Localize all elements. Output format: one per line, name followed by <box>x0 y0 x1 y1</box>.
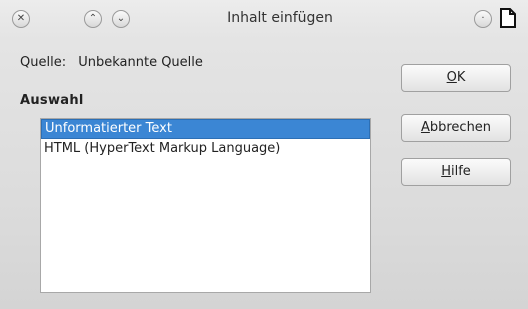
format-listbox[interactable]: Unformatierter Text HTML (HyperText Mark… <box>40 118 371 293</box>
selection-group-label: Auswahl <box>20 93 84 108</box>
source-row: Quelle: Unbekannte Quelle <box>20 55 211 70</box>
cancel-mnemonic: A <box>420 120 430 135</box>
list-item-unformatted-text[interactable]: Unformatierter Text <box>41 119 370 139</box>
help-button[interactable]: Hilfe <box>401 158 511 186</box>
ok-label-rest: K <box>456 70 466 85</box>
minimize-icon[interactable]: ⌃ <box>84 10 102 28</box>
list-item-html[interactable]: HTML (HyperText Markup Language) <box>41 139 370 159</box>
window-title: Inhalt einfügen <box>227 10 333 26</box>
menu-icon[interactable]: · <box>474 10 492 28</box>
close-icon[interactable]: ✕ <box>12 10 30 28</box>
help-label-rest: ilfe <box>450 164 471 179</box>
help-mnemonic: H <box>441 164 451 179</box>
paste-special-dialog: ✕ ⌃ ⌄ Inhalt einfügen · Quelle: Unbekann… <box>0 0 528 309</box>
cancel-button[interactable]: Abbrechen <box>401 114 511 142</box>
cancel-label-rest: bbrechen <box>429 120 492 135</box>
document-icon[interactable] <box>500 8 516 28</box>
ok-button[interactable]: OK <box>401 64 511 92</box>
source-value: Unbekannte Quelle <box>78 55 203 70</box>
titlebar: ✕ ⌃ ⌄ Inhalt einfügen · <box>0 0 528 38</box>
source-label: Quelle: <box>20 55 67 70</box>
maximize-icon[interactable]: ⌄ <box>112 10 130 28</box>
ok-mnemonic: O <box>446 70 457 85</box>
